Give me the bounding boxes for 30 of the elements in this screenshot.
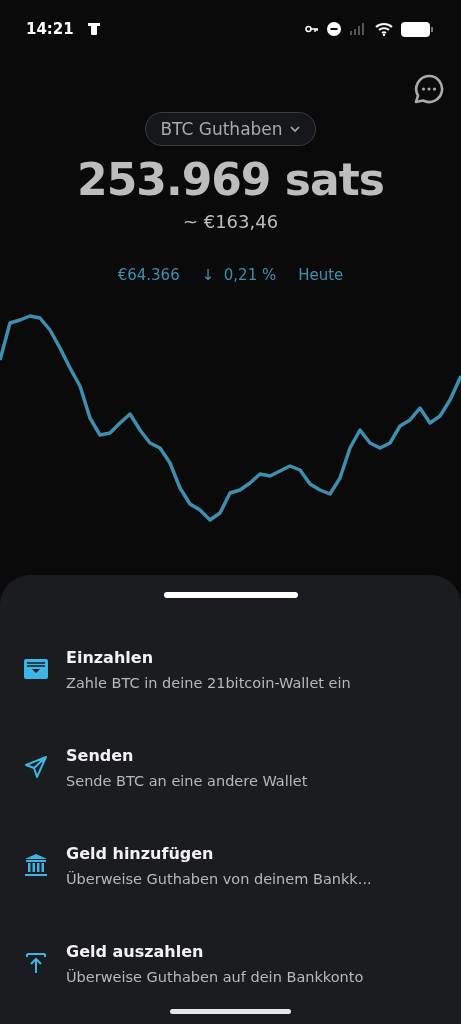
action-subtitle: Überweise Guthaben von deinem Bankk... [66,870,372,887]
action-item[interactable]: Geld hinzufügen Überweise Guthaben von deinem Bankk... [0,816,461,914]
action-title: Einzahlen [66,647,155,667]
bank-icon [24,853,48,877]
action-subtitle: Zahle BTC in deine 21bitcoin-Wallet ein [66,674,351,691]
action-item[interactable]: Geld auszahlen Überweise Guthaben auf dein Bankkonto [0,914,461,1012]
upload-icon [24,952,48,974]
sheet-handle[interactable] [163,592,298,598]
fiat-amount: ~ €163,46 [182,211,279,232]
wallet-icon [24,659,48,679]
action-item[interactable]: Einzahlen Zahle BTC in deine 21bitcoin-Wallet ein [0,620,461,718]
action-subtitle: Überweise Guthaben auf dein Bankkonto [66,968,364,985]
action-subtitle: Sende BTC an eine andere Wallet [66,772,308,789]
price-value: €64.366 [117,266,180,284]
balance-selector[interactable]: BTC Guthaben [145,112,316,146]
action-title: Geld auszahlen [66,941,205,961]
wifi-icon [375,22,393,36]
price-change: ↓ 0,21 % [201,266,277,284]
chevron-down-icon [288,125,301,133]
action-title: Senden [66,745,135,765]
period-label: Heute [298,266,344,284]
do-not-disturb-icon [327,22,341,36]
balance-amount: 253.969 sats [77,154,384,205]
key-icon [305,25,319,33]
battery-icon [401,21,433,37]
action-title: Geld hinzufügen [66,843,215,863]
signal-icon [349,22,367,36]
status-time: 14:21 [26,20,74,38]
action-item[interactable]: Senden Sende BTC an eine andere Wallet [0,718,461,816]
send-icon [24,755,48,779]
